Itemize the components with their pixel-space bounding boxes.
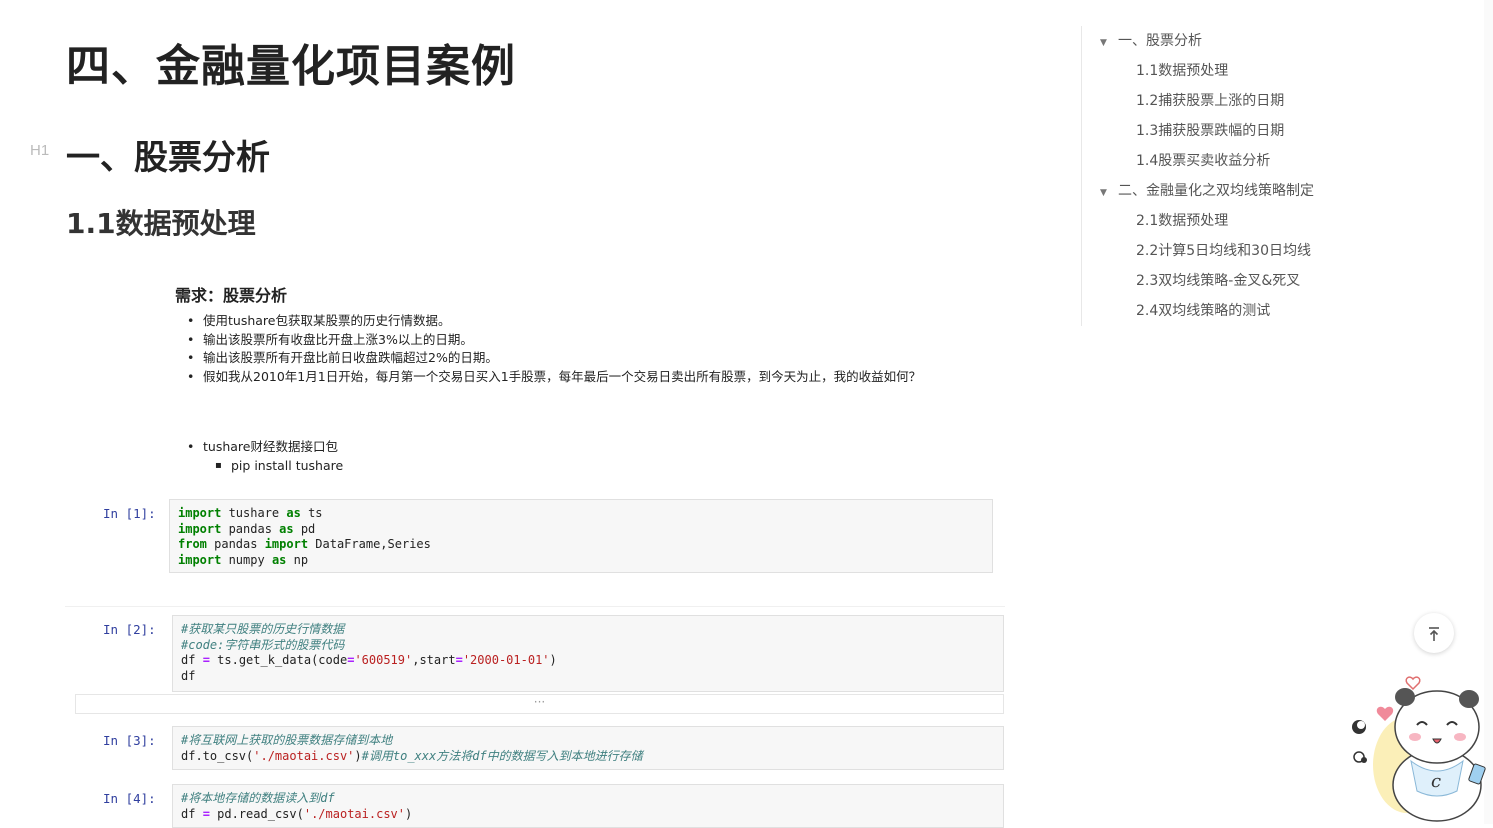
page-title: 四、金融量化项目案例 <box>66 41 516 92</box>
code-comment: #code:字符串形式的股票代码 <box>181 637 345 652</box>
toc-item[interactable]: 1.2捕获股票上涨的日期 <box>1136 86 1284 116</box>
toc-item[interactable]: 2.3双均线策略-金叉&死叉 <box>1136 266 1300 296</box>
cell-prompt: In [1]: <box>103 506 156 521</box>
toc-item[interactable]: ▼ 一、股票分析 <box>1082 26 1202 56</box>
divider <box>65 606 1005 607</box>
list-item: 输出该股票所有开盘比前日收盘跌幅超过2%的日期。 <box>185 349 995 368</box>
list-item: 输出该股票所有收盘比开盘上涨3%以上的日期。 <box>185 331 995 350</box>
code-cell[interactable]: #将本地存储的数据读入到df df = pd.read_csv('./maota… <box>172 784 1004 828</box>
code-comment: #将互联网上获取的股票数据存储到本地 <box>181 733 393 747</box>
svg-text:c: c <box>1431 771 1441 792</box>
caret-down-icon[interactable]: ▼ <box>1100 28 1110 58</box>
code-cell[interactable]: import tushare as ts import pandas as pd… <box>169 499 993 573</box>
code-comment: #调用to_xxx方法将df中的数据写入到本地进行存储 <box>361 748 643 763</box>
heading-level-marker: H1 <box>30 142 50 159</box>
list-subitem: pip install tushare <box>185 456 343 475</box>
requirements-list: 使用tushare包获取某股票的历史行情数据。 输出该股票所有收盘比开盘上涨3%… <box>185 312 995 386</box>
section-heading: 一、股票分析 <box>66 138 270 178</box>
requirements-title: 需求：股票分析 <box>175 286 288 305</box>
cell-prompt: In [3]: <box>103 733 156 748</box>
list-item: tushare财经数据接口包 <box>185 437 343 456</box>
code-cell[interactable]: #获取某只股票的历史行情数据 #code:字符串形式的股票代码 df = ts.… <box>172 615 1004 692</box>
cell-prompt: In [2]: <box>103 622 156 637</box>
article-content: 四、金融量化项目案例 H1 一、股票分析 1.1数据预处理 需求：股票分析 使用… <box>0 0 1060 828</box>
table-of-contents: ▼ 一、股票分析 1.1数据预处理 1.2捕获股票上涨的日期 1.3捕获股票跌幅的… <box>1081 26 1412 326</box>
toc-item[interactable]: 2.4双均线策略的测试 <box>1136 296 1270 326</box>
toc-item[interactable]: 1.1数据预处理 <box>1136 56 1228 86</box>
toc-item[interactable]: 1.4股票买卖收益分析 <box>1136 146 1270 176</box>
cell-prompt: In [4]: <box>103 791 156 806</box>
code-comment: #将本地存储的数据读入到df <box>181 791 335 805</box>
collapsed-output-toggle[interactable]: ··· <box>75 694 1004 714</box>
toc-item[interactable]: 2.1数据预处理 <box>1136 206 1228 236</box>
toc-item[interactable]: ▼ 二、金融量化之双均线策略制定 <box>1082 176 1314 206</box>
toc-item[interactable]: 2.2计算5日均线和30日均线 <box>1136 236 1311 266</box>
code-comment: #获取某只股票的历史行情数据 <box>181 622 345 636</box>
code-cell[interactable]: #将互联网上获取的股票数据存储到本地 df.to_csv('./maotai.c… <box>172 726 1004 770</box>
tools-list: tushare财经数据接口包 pip install tushare <box>185 437 343 475</box>
caret-down-icon[interactable]: ▼ <box>1100 178 1110 208</box>
toc-item[interactable]: 1.3捕获股票跌幅的日期 <box>1136 116 1284 146</box>
arrow-up-to-line-icon <box>1429 626 1439 641</box>
subsection-heading: 1.1数据预处理 <box>66 207 256 240</box>
back-to-top-button[interactable] <box>1414 613 1454 653</box>
list-item: 使用tushare包获取某股票的历史行情数据。 <box>185 312 995 331</box>
cartoon-mascot-icon[interactable]: c <box>1345 665 1493 824</box>
list-item: 假如我从2010年1月1日开始，每月第一个交易日买入1手股票，每年最后一个交易日… <box>185 368 995 387</box>
